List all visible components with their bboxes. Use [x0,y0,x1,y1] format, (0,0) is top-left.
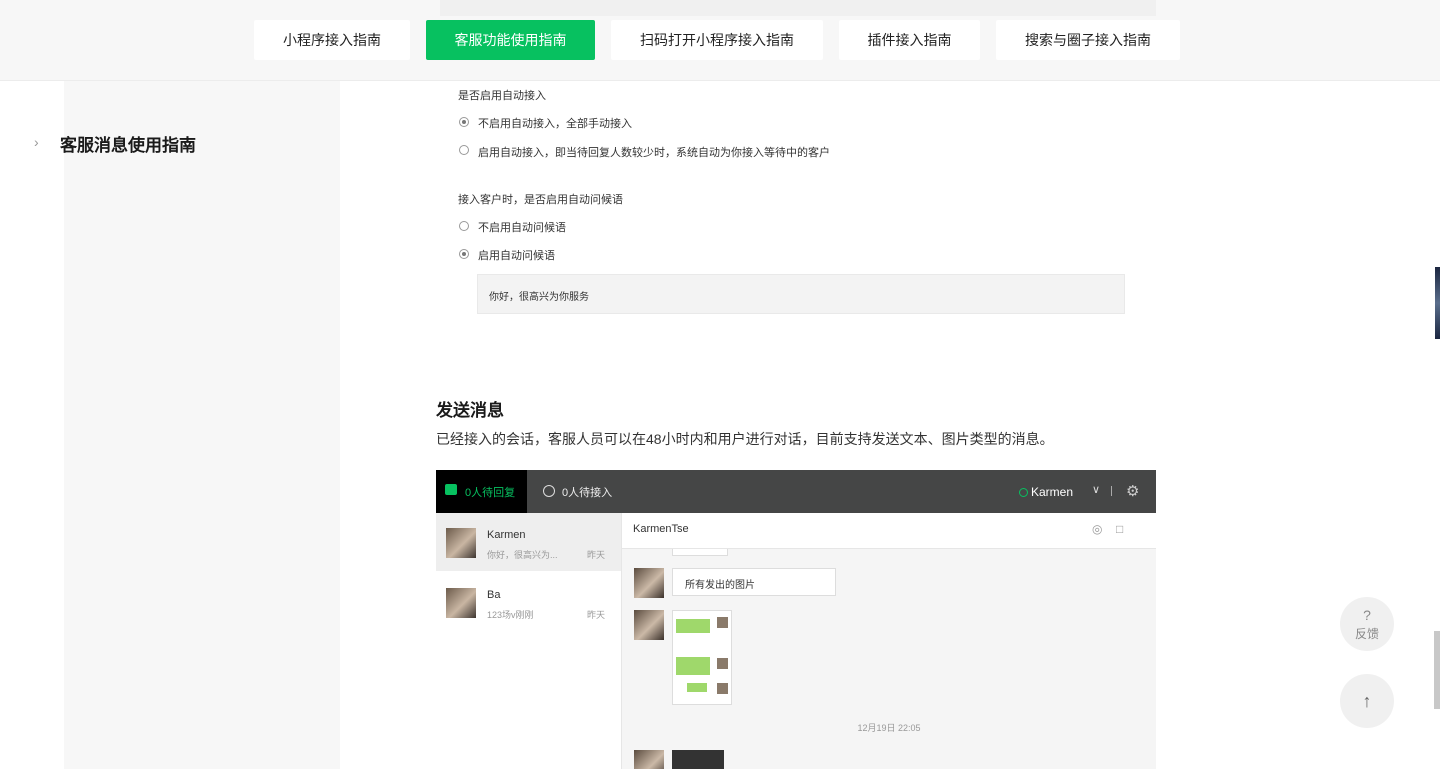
radio-label-no-auto-accept: 不启用自动接入，全部手动接入 [478,118,632,130]
avatar [634,610,664,640]
side-banner [1435,267,1440,339]
radio-label-greeting: 启用自动问候语 [478,250,555,262]
sidebar-item-customer-message-guide[interactable]: 客服消息使用指南 [60,131,196,156]
conversation-preview: 你好，很高兴为... [487,550,558,560]
chat-icon [445,484,457,495]
online-status-icon [1019,488,1028,497]
feedback-button[interactable]: ? 反馈 [1340,597,1394,651]
conversation-preview: 123场v刚刚 [487,610,534,620]
feedback-label: 反馈 [1354,627,1379,641]
conversation-name: Karmen [487,529,526,541]
radio-auto-accept [459,145,469,155]
radio-label-auto-accept: 启用自动接入，即当待回复人数较少时，系统自动为你接入等待中的客户 [478,147,830,159]
tab-search-circle-guide[interactable]: 搜索与圈子接入指南 [996,20,1180,60]
chat-header: KarmenTse ◎ □ [622,513,1156,549]
conversation-item: Karmen 你好，很高兴为... 昨天 [436,513,621,571]
radio-no-greeting [459,221,469,231]
tab-scan-open-guide[interactable]: 扫码打开小程序接入指南 [611,20,823,60]
section-description: 已经接入的会话，客服人员可以在48小时内和用户进行对话，目前支持发送文本、图片类… [436,431,1054,447]
avatar [446,588,476,618]
clock-icon [543,485,555,497]
radio-no-auto-accept [459,117,469,127]
thumb-avatar [717,683,728,694]
thumb-bubble [687,683,707,692]
chat-panel: KarmenTse ◎ □ 所有发出的图片 12月19日 22:05 [622,513,1156,769]
image-message [672,610,732,705]
chat-title: KarmenTse [633,523,689,535]
section-heading: 发送消息 [436,401,504,420]
tab-customer-service-guide[interactable]: 客服功能使用指南 [426,20,595,60]
console-user-name: Karmen [1031,485,1074,499]
thumb-avatar [717,617,728,628]
question-icon: ? [1363,607,1371,623]
chevron-right-icon: › [34,134,39,150]
console-tab-pending-reply: 0人待回复 [436,470,527,513]
greeting-text: 你好，很高兴为你服务 [489,292,589,303]
tab-miniprogram-guide[interactable]: 小程序接入指南 [254,20,410,60]
avatar [634,568,664,598]
thumb-bubble [676,657,710,675]
sidebar [64,81,340,769]
top-nav: 小程序接入指南 客服功能使用指南 扫码打开小程序接入指南 插件接入指南 搜索与圈… [0,0,1440,81]
back-to-top-button[interactable]: ↑ [1340,674,1394,728]
image-message [672,750,724,769]
scrolled-content-ghost [440,0,1156,16]
message-timestamp: 12月19日 22:05 [857,723,921,733]
conversation-list: Karmen 你好，很高兴为... 昨天 Ba 123场v刚刚 昨天 [436,513,622,769]
message-text: 所有发出的图片 [685,580,755,591]
divider [1111,486,1112,496]
console-tab-pending-reply-label: 0人待回复 [465,487,516,499]
conversation-item: Ba 123场v刚刚 昨天 [436,573,621,631]
radio-greeting [459,249,469,259]
radio-label-no-greeting: 不启用自动问候语 [478,222,566,234]
thumb-avatar [717,658,728,669]
greeting-text-box: 你好，很高兴为你服务 [477,274,1125,314]
end-chat-icon: □ [1116,522,1124,536]
transfer-icon: ◎ [1092,522,1103,536]
conversation-time: 昨天 [587,610,606,620]
thumb-bubble [676,619,710,633]
tab-plugin-guide[interactable]: 插件接入指南 [839,20,980,60]
avatar [446,528,476,558]
conversation-name: Ba [487,589,501,601]
conversation-time: 昨天 [587,550,606,560]
console-header: 0人待回复 0人待接入 Karmen ∨ ⚙ [436,470,1156,513]
chat-console-screenshot: 0人待回复 0人待接入 Karmen ∨ ⚙ Karmen 你好，很高兴为...… [436,470,1156,769]
arrow-up-icon: ↑ [1362,691,1372,711]
console-tab-waiting-label: 0人待接入 [562,487,613,499]
avatar [634,750,664,769]
prev-message-fragment [672,549,728,556]
gear-icon: ⚙ [1126,483,1140,500]
auto-accept-title: 是否启用自动接入 [458,90,546,102]
chevron-down-icon: ∨ [1092,484,1101,496]
scrollbar[interactable] [1434,631,1440,709]
greeting-title: 接入客户时，是否启用自动问候语 [458,194,623,206]
message-bubble: 所有发出的图片 [672,568,836,596]
